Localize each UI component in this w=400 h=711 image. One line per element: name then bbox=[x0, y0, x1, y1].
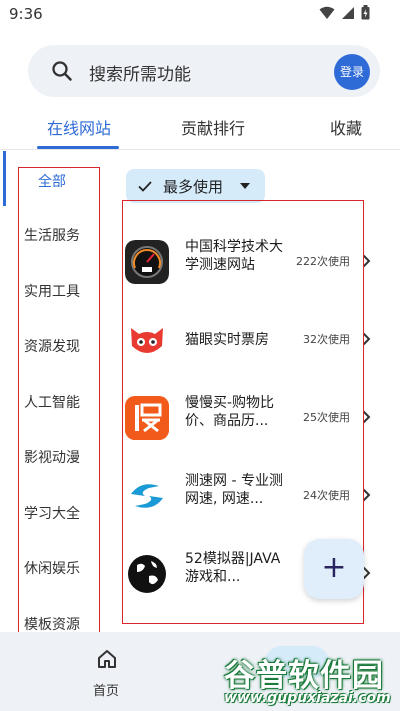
sidebar-item-utilities[interactable]: 实用工具 bbox=[24, 281, 80, 301]
list-item-title: 中国科学技术大学测速网站 bbox=[185, 239, 283, 273]
status-icons bbox=[319, 5, 370, 20]
sidebar-item-life-services[interactable]: 生活服务 bbox=[24, 225, 80, 245]
add-button[interactable]: + bbox=[304, 539, 364, 599]
nav-home-label[interactable]: 首页 bbox=[93, 680, 119, 699]
list-item-usage: 32次使用 bbox=[303, 333, 350, 346]
tab-favorites[interactable]: 收藏 bbox=[330, 115, 362, 139]
sidebar-active-indicator bbox=[3, 151, 6, 206]
sidebar-item-learning[interactable]: 学习大全 bbox=[24, 503, 80, 523]
sidebar-item-video-anime[interactable]: 影视动漫 bbox=[24, 447, 80, 467]
tab-contribution-ranking[interactable]: 贡献排行 bbox=[181, 115, 245, 139]
speedometer-icon bbox=[125, 240, 169, 284]
chevron-right-icon bbox=[362, 254, 371, 268]
list-item-title: 测速网 - 专业测网速, 网速... bbox=[185, 473, 283, 507]
speedtest-s-icon bbox=[125, 474, 169, 518]
sidebar-item-resources[interactable]: 资源发现 bbox=[24, 336, 80, 356]
tab-bar: 在线网站 贡献排行 收藏 bbox=[0, 104, 400, 150]
search-icon bbox=[52, 61, 72, 81]
list-item-usage: 25次使用 bbox=[303, 411, 350, 424]
tab-indicator bbox=[37, 146, 119, 149]
battery-icon bbox=[361, 5, 370, 20]
login-button[interactable]: 登录 bbox=[334, 54, 370, 90]
manmanmai-icon bbox=[125, 396, 169, 440]
list-item-title: 52模拟器|JAVA游戏和... bbox=[185, 551, 281, 585]
check-icon bbox=[138, 181, 152, 192]
watermark-url-text: www.gupuxiazai.com bbox=[224, 690, 391, 706]
list-item-title: 猫眼实时票房 bbox=[185, 332, 269, 348]
sidebar-item-ai[interactable]: 人工智能 bbox=[24, 392, 80, 412]
chevron-right-icon bbox=[362, 410, 371, 424]
tab-online-sites[interactable]: 在线网站 bbox=[47, 115, 111, 139]
watermark-logo: 谷普软件园 www.gupuxiazai.com bbox=[218, 650, 398, 708]
sidebar-item-leisure[interactable]: 休闲娱乐 bbox=[24, 558, 80, 578]
category-sidebar: 全部 生活服务 实用工具 资源发现 人工智能 影视动漫 学习大全 休闲娱乐 模板… bbox=[0, 151, 104, 634]
chevron-down-icon bbox=[240, 183, 250, 189]
watermark-main-text: 谷普软件园 bbox=[224, 658, 384, 694]
chevron-right-icon bbox=[362, 332, 371, 346]
sort-filter-chip[interactable]: 最多使用 bbox=[126, 169, 265, 203]
plus-icon: + bbox=[321, 550, 347, 585]
chevron-right-icon bbox=[362, 488, 371, 502]
signal-icon bbox=[342, 6, 354, 19]
sidebar-item-all[interactable]: 全部 bbox=[38, 171, 66, 191]
globe-icon bbox=[125, 552, 169, 596]
list-item-usage: 24次使用 bbox=[303, 489, 350, 502]
search-bar[interactable]: 搜索所需功能 登录 bbox=[28, 45, 380, 97]
list-item-title: 慢慢买-购物比价、商品历... bbox=[185, 395, 275, 429]
list-item-usage: 222次使用 bbox=[296, 255, 350, 268]
search-input[interactable]: 搜索所需功能 bbox=[89, 60, 191, 85]
home-icon[interactable] bbox=[92, 648, 122, 670]
status-bar: 9:36 bbox=[0, 0, 400, 30]
list-item[interactable]: 猫眼实时票房 32次使用 bbox=[122, 307, 384, 385]
sidebar-item-templates[interactable]: 模板资源 bbox=[24, 614, 80, 634]
list-item[interactable]: 慢慢买-购物比价、商品历... 25次使用 bbox=[122, 385, 384, 463]
wifi-icon bbox=[319, 6, 335, 19]
status-time: 9:36 bbox=[9, 5, 43, 23]
list-item[interactable]: 中国科学技术大学测速网站 222次使用 bbox=[122, 229, 384, 307]
cat-eye-icon bbox=[125, 318, 169, 362]
list-item[interactable]: 测速网 - 专业测网速, 网速... 24次使用 bbox=[122, 463, 384, 541]
sort-filter-label: 最多使用 bbox=[163, 178, 224, 196]
